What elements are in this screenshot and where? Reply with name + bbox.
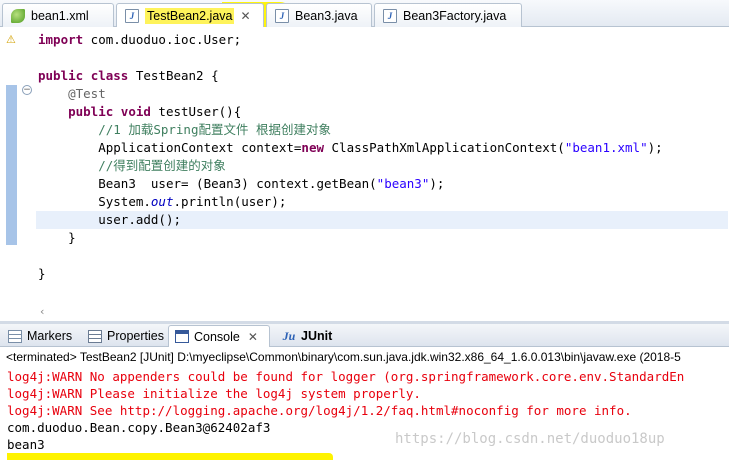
tab-console[interactable]: Console ✕ [168,325,270,347]
change-marker [6,85,17,245]
code-line: //得到配置创建的对象 [98,158,226,173]
scroll-left-icon[interactable]: ‹ [40,305,44,318]
tab-bean1-xml[interactable]: bean1.xml [2,3,114,27]
code-line: System.out.println(user); [98,194,287,209]
xml-file-icon [11,8,25,23]
tab-label: Bean3Factory.java [403,8,507,23]
code-line: @Test [68,86,106,101]
code-line: public class TestBean2 { [38,68,219,83]
tab-bean3factory-java[interactable]: J Bean3Factory.java [374,3,522,27]
code-line: import com.duoduo.ioc.User; [38,32,242,47]
horizontal-scrollbar[interactable]: ‹ [20,304,729,319]
console-line: log4j:WARN Please initialize the log4j s… [7,386,421,401]
java-file-icon: J [125,9,139,23]
tab-testbean2-java[interactable]: J TestBean2.java ✕ [116,3,264,28]
editor-tab-bar: bean1.xml J TestBean2.java ✕ J Bean3.jav… [0,0,729,28]
junit-icon: Ju [282,328,296,343]
close-icon[interactable]: ✕ [248,330,258,344]
tab-properties[interactable]: Properties [82,325,166,347]
code-line: //1 加载Spring配置文件 根据创建对象 [98,122,332,137]
code-line: public void testUser(){ [68,104,242,119]
tab-bean3-java[interactable]: J Bean3.java [266,3,372,27]
current-code-line: user.add(); [36,211,728,229]
code-editor[interactable]: ⚠ − import com.duoduo.ioc.User; public c… [0,27,729,321]
properties-icon [88,329,102,343]
warning-icon: ⚠ [6,33,16,46]
tab-label: Bean3.java [295,8,358,23]
tab-label: Console [194,329,240,344]
code-line: Bean3 user= (Bean3) context.getBean("bea… [98,176,445,191]
code-line: } [38,266,46,281]
tab-markers[interactable]: Markers [2,325,80,347]
java-file-icon: J [275,8,289,23]
close-icon[interactable]: ✕ [240,9,250,23]
console-line: log4j:WARN No appenders could be found f… [7,369,685,384]
code-text[interactable]: import com.duoduo.ioc.User; public class… [36,31,728,283]
java-file-icon: J [383,8,397,23]
console-icon [175,330,189,343]
tab-label: bean1.xml [31,8,89,23]
editor-gutter: ⚠ [0,27,20,307]
tab-label: Markers [27,329,73,343]
process-status-line: <terminated> TestBean2 [JUnit] D:\myecli… [6,350,681,364]
view-tab-bar: Markers Properties Console ✕ Ju JUnit [0,324,729,347]
tab-label: Properties [107,329,164,343]
yellow-highlight-mark [7,453,333,460]
markers-icon [8,329,22,343]
console-line: log4j:WARN See http://logging.apache.org… [7,403,632,418]
tab-junit[interactable]: Ju JUnit [276,325,340,347]
code-line: ApplicationContext context=new ClassPath… [98,140,663,155]
watermark: https://blog.csdn.net/duoduo18up [395,431,665,447]
code-line: } [68,230,76,245]
tab-label: JUnit [301,329,333,343]
tab-label: TestBean2.java [145,8,235,24]
fold-collapse-icon[interactable]: − [22,85,32,95]
